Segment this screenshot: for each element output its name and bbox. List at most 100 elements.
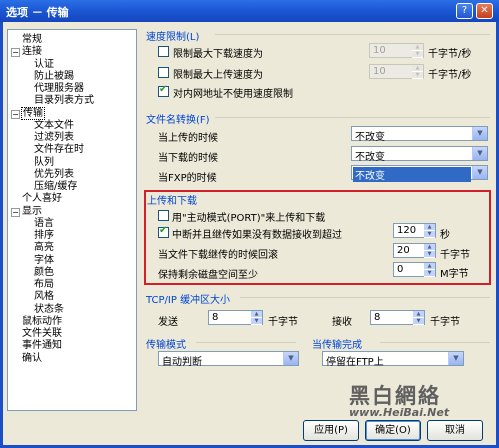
limit-download-label: 限制最大下载速度为: [173, 49, 263, 60]
spin-down-icon[interactable]: ▼: [412, 72, 423, 79]
tree-item[interactable]: − 显示: [11, 206, 42, 218]
on-complete-title: 当传输完成: [312, 340, 362, 351]
tree-item-label: 文件关联: [22, 328, 62, 339]
chevron-down-icon[interactable]: ▼: [472, 166, 487, 179]
tree-item-label: 常规: [22, 34, 42, 45]
help-button[interactable]: ?: [456, 3, 473, 19]
tree-item[interactable]: 事件通知: [22, 340, 62, 352]
tree-item[interactable]: 布局: [34, 279, 54, 291]
tree-item[interactable]: 高亮: [34, 242, 54, 254]
interrupt-timeout-spinner[interactable]: 120 ▲ ▼: [393, 223, 436, 238]
tree-item[interactable]: 常规: [22, 34, 42, 46]
port-mode-checkbox[interactable]: [158, 210, 169, 221]
window-title: 选项 － 传输: [6, 6, 69, 19]
limit-download-value: 10: [373, 45, 386, 56]
limit-download-checkbox[interactable]: [158, 46, 169, 57]
spin-down-icon[interactable]: ▼: [424, 231, 435, 238]
tree-item-label: 认证: [34, 58, 54, 70]
spin-down-icon[interactable]: ▼: [424, 251, 435, 258]
tree-item-label: 文件存在时: [34, 144, 84, 156]
limit-upload-spinner[interactable]: 10 ▲ ▼: [369, 64, 424, 79]
keep-free-space-unit: M字节: [440, 269, 469, 280]
tree-item[interactable]: 优先列表: [34, 169, 74, 181]
spin-down-icon[interactable]: ▼: [413, 318, 424, 325]
resume-rollback-label: 当文件下载继传的时候回滚: [158, 250, 278, 261]
limit-download-unit: 千字节/秒: [428, 49, 472, 60]
convert-download-select[interactable]: 不改变 ▼: [351, 146, 488, 163]
tree-item[interactable]: 防止被踢: [34, 71, 74, 83]
interrupt-resume-checkbox[interactable]: [158, 225, 169, 238]
tree-item[interactable]: 排序: [34, 230, 54, 242]
convert-fxp-select[interactable]: 不改变 ▼: [351, 165, 488, 182]
tree-item[interactable]: 压缩/缓存: [34, 181, 77, 193]
spin-up-icon[interactable]: ▲: [424, 224, 435, 231]
send-buffer-value: 8: [212, 312, 219, 323]
spin-up-icon[interactable]: ▲: [412, 65, 423, 72]
tree-item[interactable]: 语言: [34, 218, 54, 230]
tree-item[interactable]: 鼠标动作: [22, 316, 62, 328]
tree-item[interactable]: 文件存在时: [34, 144, 84, 156]
tree-item[interactable]: 目录列表方式: [34, 95, 94, 107]
chevron-down-icon[interactable]: ▼: [448, 352, 463, 365]
limit-upload-label: 限制最大上传速度为: [173, 70, 263, 81]
send-buffer-spinner[interactable]: 8 ▲ ▼: [208, 310, 263, 325]
spin-up-icon[interactable]: ▲: [412, 44, 423, 51]
spin-up-icon[interactable]: ▲: [413, 311, 424, 318]
tree-item[interactable]: 字体: [34, 255, 54, 267]
resume-rollback-spinner[interactable]: 20 ▲ ▼: [393, 243, 436, 258]
tcp-buffer-title: TCP/IP 缓冲区大小: [146, 295, 231, 306]
tree-item[interactable]: 状态条: [34, 304, 64, 316]
spin-up-icon[interactable]: ▲: [251, 311, 262, 318]
tree-item[interactable]: 确认: [22, 353, 42, 365]
spin-up-icon[interactable]: ▲: [424, 263, 435, 270]
collapse-toggle-icon[interactable]: −: [11, 48, 20, 58]
convert-upload-select[interactable]: 不改变 ▼: [351, 126, 488, 143]
tree-item[interactable]: 代理服务器: [34, 83, 84, 95]
cancel-button[interactable]: 取消: [427, 420, 483, 441]
tree-item[interactable]: 个人喜好: [22, 193, 62, 205]
chevron-down-icon[interactable]: ▼: [472, 147, 487, 160]
tree-item[interactable]: 文件关联: [22, 328, 62, 340]
tree-item[interactable]: 颜色: [34, 267, 54, 279]
tree-item[interactable]: 过滤列表: [34, 132, 74, 144]
tree-item-label: 压缩/缓存: [34, 181, 78, 192]
tree-item[interactable]: − 传输: [11, 106, 45, 120]
tree-item-label: 高亮: [34, 242, 54, 254]
ok-button[interactable]: 确定(O): [365, 420, 421, 441]
interrupt-resume-label: 中断并且继传如果没有数据接收到超过: [172, 230, 342, 241]
lan-no-limit-checkbox[interactable]: [158, 84, 169, 97]
spin-down-icon[interactable]: ▼: [412, 51, 423, 58]
transfer-mode-select[interactable]: 自动判断 ▼: [158, 351, 299, 368]
receive-buffer-value: 8: [374, 312, 381, 323]
tree-item[interactable]: 认证: [34, 59, 54, 71]
on-complete-divider: [380, 342, 490, 343]
tree-item-label: 传输: [21, 106, 45, 120]
limit-upload-checkbox[interactable]: [158, 67, 169, 78]
close-button[interactable]: ✕: [476, 3, 493, 19]
tree-item-label: 风格: [34, 291, 54, 303]
receive-buffer-spinner[interactable]: 8 ▲ ▼: [370, 310, 425, 325]
on-complete-select[interactable]: 停留在FTP上 ▼: [322, 351, 464, 368]
collapse-toggle-icon[interactable]: −: [11, 207, 20, 217]
limit-download-spinner[interactable]: 10 ▲ ▼: [369, 43, 424, 58]
chevron-down-icon[interactable]: ▼: [472, 127, 487, 140]
tree-item[interactable]: 队列: [34, 157, 54, 169]
tree-item-label: 语言: [34, 217, 54, 229]
resume-rollback-unit: 千字节: [440, 250, 470, 261]
collapse-toggle-icon[interactable]: −: [11, 109, 20, 119]
spin-down-icon[interactable]: ▼: [251, 318, 262, 325]
tree-item[interactable]: 风格: [34, 291, 54, 303]
tree-item-label: 防止被踢: [34, 70, 74, 82]
tree-item[interactable]: 文本文件: [34, 120, 74, 132]
keep-free-space-spinner[interactable]: 0 ▲ ▼: [393, 262, 436, 277]
spin-down-icon[interactable]: ▼: [424, 270, 435, 277]
resume-rollback-value: 20: [397, 245, 410, 256]
apply-button[interactable]: 应用(P): [303, 420, 359, 441]
speed-limit-divider: [215, 34, 490, 35]
interrupt-timeout-unit: 秒: [440, 230, 450, 241]
options-tree[interactable]: 常规 − 连接 认证 防止被踢 代理服务器 目录列表方式 − 传输 文本文件 过滤列表 文件存在时 队列…: [7, 29, 137, 411]
spin-up-icon[interactable]: ▲: [424, 244, 435, 251]
tree-item[interactable]: − 连接: [11, 46, 42, 58]
keep-free-space-value: 0: [397, 264, 404, 275]
chevron-down-icon[interactable]: ▼: [283, 352, 298, 365]
